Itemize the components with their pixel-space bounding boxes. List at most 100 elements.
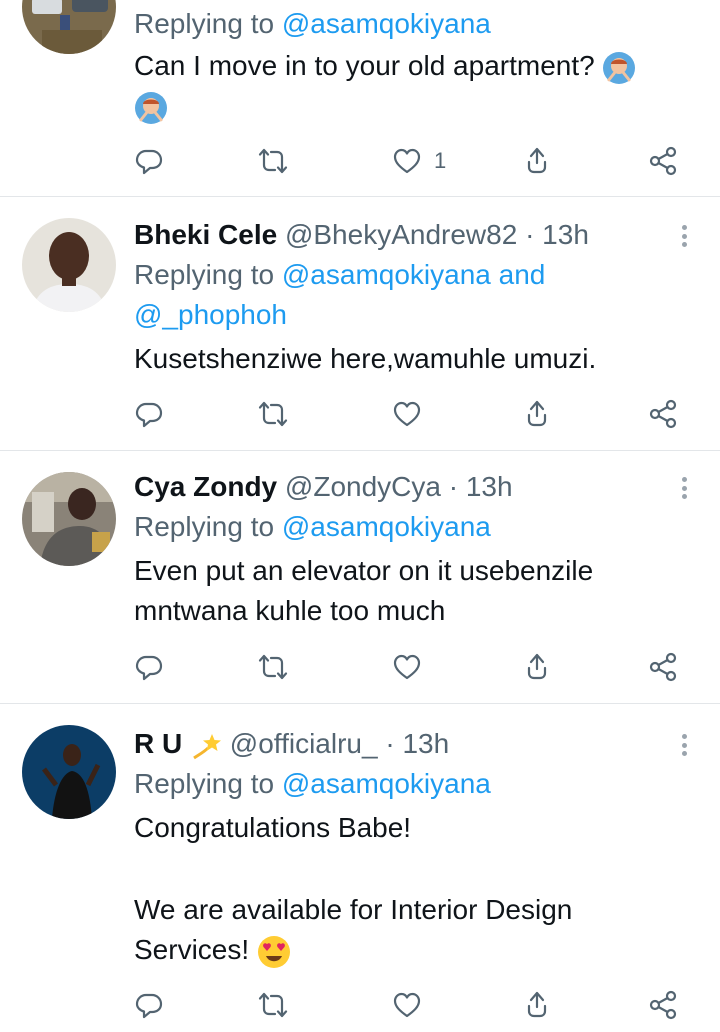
tweet-text-line-with-emoji: Services!	[134, 930, 700, 970]
man-gesturing-no-emoji	[603, 51, 636, 84]
tweet-text-line: We are available for Interior Design	[134, 894, 573, 925]
like-icon	[392, 146, 422, 176]
share-button[interactable]	[648, 144, 678, 178]
retweet-icon	[258, 990, 288, 1020]
share-up-icon	[522, 652, 552, 682]
retweet-button[interactable]	[258, 144, 288, 178]
reply-icon	[134, 652, 164, 682]
mention-link[interactable]: @asamqokiyana	[282, 8, 491, 39]
tweet-card[interactable]: Replying to @asamqokiyana Can I move in …	[0, 0, 720, 197]
display-name[interactable]: Cya Zondy	[134, 471, 277, 502]
reply-icon	[134, 990, 164, 1020]
tweet-card[interactable]: Bheki Cele @BhekyAndrew82 · 13h Replying…	[0, 197, 720, 451]
share-icon	[648, 990, 678, 1020]
reply-icon	[134, 146, 164, 176]
reply-feed: Replying to @asamqokiyana Can I move in …	[0, 0, 720, 1032]
avatar[interactable]	[22, 218, 116, 312]
retweet-icon	[258, 399, 288, 429]
mention-link[interactable]: @asamqokiyana	[282, 768, 491, 799]
tweet-actions	[134, 988, 694, 1022]
mention-link[interactable]: @asamqokiyana	[282, 511, 491, 542]
tweet-text-line: Can I move in to your old apartment?	[134, 50, 595, 81]
reply-button[interactable]	[134, 397, 164, 431]
like-icon	[392, 652, 422, 682]
retweet-icon	[258, 652, 288, 682]
tweet-text-line: mntwana kuhle too much	[134, 595, 446, 626]
separator-dot: ·	[448, 471, 459, 502]
tweet-actions	[134, 650, 694, 684]
share-up-button[interactable]	[522, 144, 552, 178]
share-icon	[648, 399, 678, 429]
tweet-content: Replying to @asamqokiyana Can I move in …	[134, 4, 700, 126]
reply-button[interactable]	[134, 144, 164, 178]
share-up-icon	[522, 990, 552, 1020]
mention-joiner: and	[498, 259, 546, 290]
like-button[interactable]: 1	[392, 144, 446, 178]
display-name[interactable]: Bheki Cele	[134, 219, 277, 250]
mention-link[interactable]: @asamqokiyana	[282, 259, 491, 290]
tweet-text-line: Services!	[134, 934, 250, 965]
like-icon	[392, 990, 422, 1020]
avatar[interactable]	[22, 725, 116, 819]
replying-to-label: Replying to	[134, 768, 275, 799]
separator-dot: ·	[385, 728, 395, 759]
tweet-card[interactable]: Cya Zondy @ZondyCya · 13h Replying to @a…	[0, 451, 720, 704]
tweet-header: Cya Zondy @ZondyCya · 13h	[134, 469, 700, 505]
reply-button[interactable]	[134, 988, 164, 1022]
replying-to: Replying to @asamqokiyana	[134, 764, 700, 804]
share-up-icon	[522, 399, 552, 429]
like-button[interactable]	[392, 650, 422, 684]
tweet-text-line: Congratulations Babe!	[134, 812, 412, 843]
share-up-button[interactable]	[522, 397, 552, 431]
more-options-icon[interactable]	[672, 473, 696, 503]
like-button[interactable]	[392, 397, 422, 431]
reply-button[interactable]	[134, 650, 164, 684]
timestamp[interactable]: 13h	[466, 471, 513, 502]
tweet-header: R U @officialru_ · 13h	[134, 726, 700, 762]
tweet-actions: 1	[134, 144, 694, 178]
replying-to: Replying to @asamqokiyana	[134, 4, 700, 44]
user-handle[interactable]: @ZondyCya	[285, 471, 441, 502]
avatar[interactable]	[22, 472, 116, 566]
share-button[interactable]	[648, 650, 678, 684]
mention-link[interactable]: @_phophoh	[134, 299, 287, 330]
replying-to-continued: @_phophoh	[134, 295, 700, 335]
heart-eyes-emoji	[257, 935, 290, 968]
tweet-content: Bheki Cele @BhekyAndrew82 · 13h Replying…	[134, 217, 700, 379]
retweet-button[interactable]	[258, 650, 288, 684]
tweet-text: Can I move in to your old apartment?	[134, 46, 700, 86]
timestamp[interactable]: 13h	[542, 219, 589, 250]
share-button[interactable]	[648, 988, 678, 1022]
reply-icon	[134, 399, 164, 429]
share-up-button[interactable]	[522, 650, 552, 684]
share-button[interactable]	[648, 397, 678, 431]
shooting-star-emoji	[193, 733, 222, 759]
replying-to-label: Replying to	[134, 259, 275, 290]
tweet-text-line: Even put an elevator on it usebenzile	[134, 555, 594, 586]
tweet-actions	[134, 397, 694, 431]
share-icon	[648, 652, 678, 682]
tweet-content: R U @officialru_ · 13h Replying to @asam…	[134, 726, 700, 970]
user-handle[interactable]: @officialru_	[230, 728, 378, 759]
avatar[interactable]	[22, 0, 116, 54]
share-up-button[interactable]	[522, 988, 552, 1022]
replying-to-label: Replying to	[134, 511, 275, 542]
like-button[interactable]	[392, 988, 422, 1022]
retweet-icon	[258, 146, 288, 176]
like-icon	[392, 399, 422, 429]
timestamp[interactable]: 13h	[402, 728, 449, 759]
more-options-icon[interactable]	[672, 221, 696, 251]
retweet-button[interactable]	[258, 397, 288, 431]
more-options-icon[interactable]	[672, 730, 696, 760]
tweet-emoji-line	[134, 86, 700, 126]
replying-to: Replying to @asamqokiyana	[134, 507, 700, 547]
display-name[interactable]: R U	[134, 728, 182, 759]
replying-to-label: Replying to	[134, 8, 275, 39]
like-count: 1	[434, 148, 447, 173]
retweet-button[interactable]	[258, 988, 288, 1022]
tweet-card[interactable]: R U @officialru_ · 13h Replying to @asam…	[0, 704, 720, 1032]
share-icon	[648, 146, 678, 176]
separator-dot: ·	[525, 219, 535, 250]
user-handle[interactable]: @BhekyAndrew82	[285, 219, 517, 250]
